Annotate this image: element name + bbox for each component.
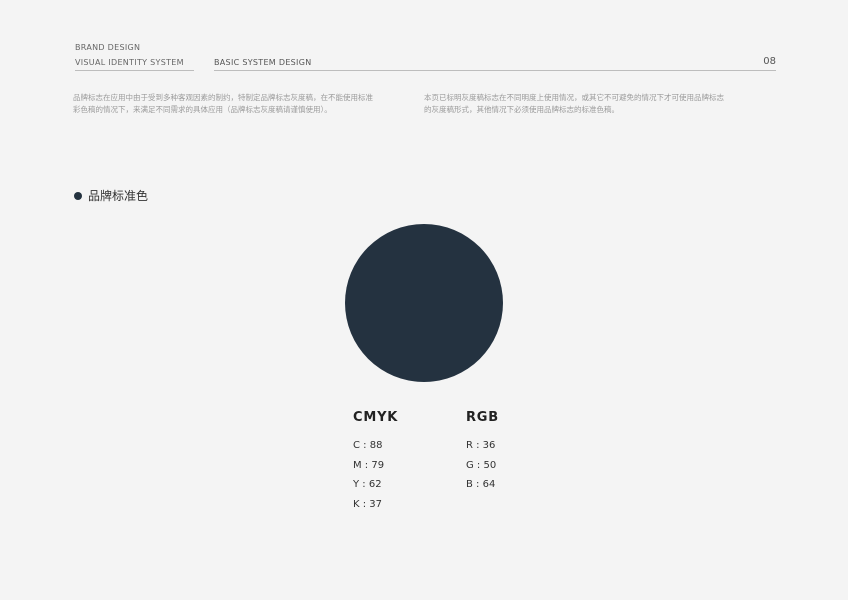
rgb-value: B : 64 [466, 479, 496, 490]
description-right-line: 的灰度稿形式，其他情况下必须使用品牌标志的标准色稿。 [424, 105, 619, 114]
page-number: 08 [763, 56, 776, 67]
visual-identity-label: VISUAL IDENTITY SYSTEM [75, 58, 184, 67]
cmyk-value: K : 37 [353, 498, 383, 510]
rgb-value: R : 36 [466, 440, 496, 451]
description-left-line: 品牌标志在应用中由于受到多种客观因素的制约，特制定品牌标志灰度稿，在不能使用标准 [73, 93, 373, 102]
description-right-line: 本页已标明灰度稿标志在不同明度上使用情况，或其它不可避免的情况下才可使用品牌标志 [424, 93, 724, 102]
rgb-value: G : 50 [466, 459, 497, 471]
bullet-icon [74, 191, 82, 200]
header-divider-left [75, 70, 194, 71]
cmyk-column: CMYK C : 88 M : 79 Y : 62 K : 37 [353, 410, 398, 514]
cmyk-value: M : 79 [353, 459, 385, 471]
description-right: 本页已标明灰度稿标志在不同明度上使用情况，或其它不可避免的情况下才可使用品牌标志… [424, 92, 746, 116]
rgb-column: RGB R : 36 G : 50 B : 64 [466, 410, 499, 495]
header-divider-right [214, 70, 776, 71]
section-title-text: 品牌标准色 [88, 189, 149, 203]
rgb-title: RGB [466, 410, 499, 425]
cmyk-value: Y : 62 [353, 479, 382, 490]
brand-color-swatch [345, 224, 503, 382]
description-left-line: 彩色稿的情况下，来满足不同需求的具体应用（品牌标志灰度稿请谨慎使用）。 [73, 105, 332, 114]
cmyk-value: C : 88 [353, 440, 383, 451]
section-heading: BASIC SYSTEM DESIGN [214, 58, 312, 67]
brand-design-label: BRAND DESIGN [75, 43, 141, 52]
section-title: 品牌标准色 [74, 187, 148, 204]
description-left: 品牌标志在应用中由于受到多种客观因素的制约，特制定品牌标志灰度稿，在不能使用标准… [73, 92, 395, 116]
cmyk-title: CMYK [353, 410, 399, 425]
